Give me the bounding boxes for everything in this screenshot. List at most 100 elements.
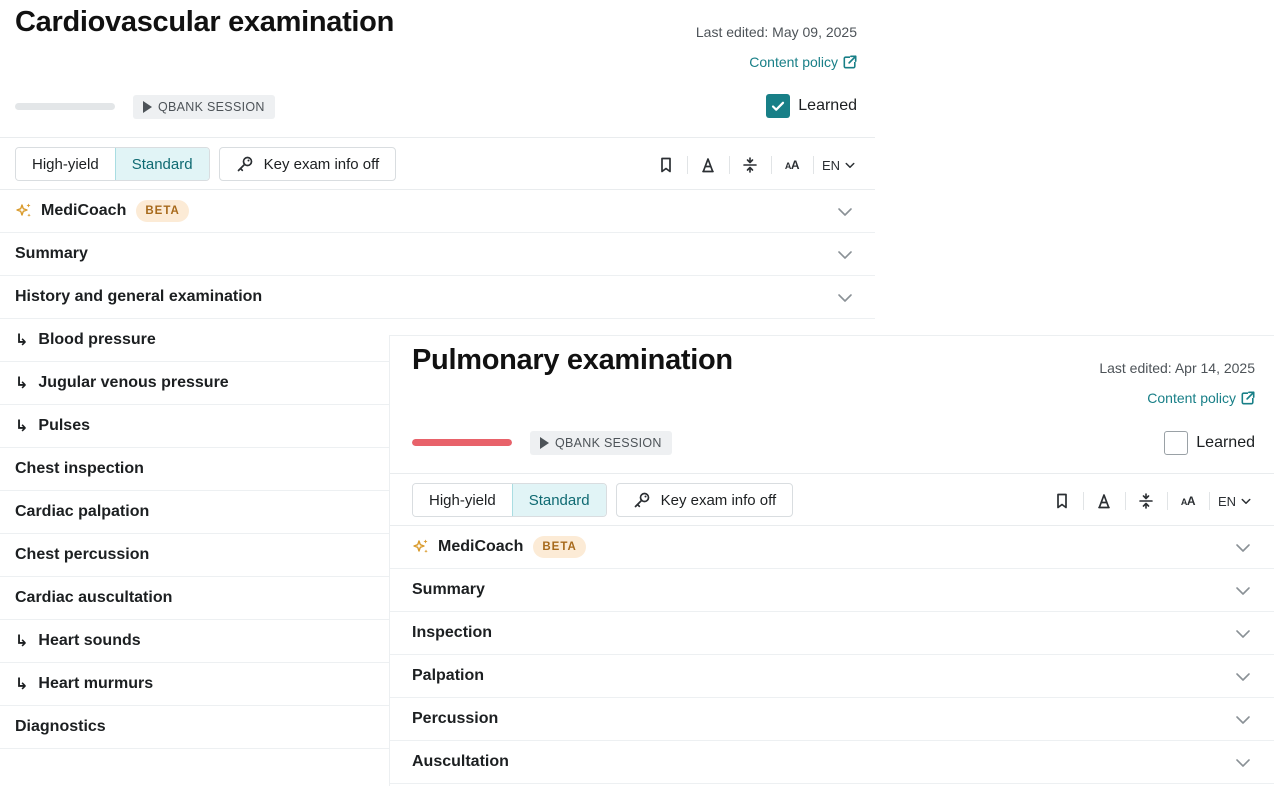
pulmonary-article: Pulmonary examination Last edited: Apr 1… bbox=[389, 335, 1274, 786]
font-size-button[interactable]: AA bbox=[771, 150, 813, 180]
chevron-down-icon bbox=[1241, 498, 1251, 504]
chevron-down-icon bbox=[1236, 587, 1250, 595]
view-toolbar: High-yield Standard Key exam info off bbox=[15, 147, 397, 181]
section-label: Summary bbox=[15, 245, 88, 262]
sub-arrow-icon: ↳ bbox=[15, 418, 29, 435]
learned-checkbox[interactable] bbox=[1164, 431, 1189, 455]
strikethrough-icon bbox=[1139, 493, 1153, 509]
section-label: Heart sounds bbox=[38, 632, 141, 649]
content-policy-label: Content policy bbox=[749, 54, 838, 70]
section-label: Diagnostics bbox=[15, 718, 106, 735]
medicoach-label: MediCoach bbox=[438, 538, 524, 555]
highlighter-icon bbox=[1098, 494, 1110, 509]
key-exam-info-button[interactable]: Key exam info off bbox=[218, 147, 397, 181]
qbank-session-button[interactable]: QBANK SESSION bbox=[530, 431, 672, 455]
strikethrough-button[interactable] bbox=[1125, 486, 1167, 516]
progress-bar bbox=[412, 439, 512, 446]
section-label: Cardiac palpation bbox=[15, 503, 150, 520]
language-label: EN bbox=[1217, 493, 1237, 509]
strikethrough-button[interactable] bbox=[729, 150, 771, 180]
view-mode-toggle: High-yield Standard bbox=[15, 147, 210, 181]
key-icon bbox=[634, 492, 649, 508]
qbank-session-button[interactable]: QBANK SESSION bbox=[133, 95, 275, 119]
reading-tools: AA EN bbox=[645, 150, 865, 180]
highlighter-button[interactable] bbox=[687, 150, 729, 180]
check-icon bbox=[772, 101, 785, 111]
header-divider bbox=[0, 137, 875, 138]
progress-bar bbox=[15, 103, 115, 110]
font-size-icon: AA bbox=[1180, 494, 1196, 508]
chevron-down-icon bbox=[1236, 544, 1250, 552]
section-label: History and general examination bbox=[15, 288, 263, 305]
page-title: Cardiovascular examination bbox=[15, 6, 395, 38]
learned-toggle[interactable]: Learned bbox=[1164, 431, 1255, 455]
section-item[interactable]: History and general examination bbox=[0, 276, 875, 319]
section-item[interactable]: Palpation bbox=[390, 655, 1274, 698]
section-label: Pulses bbox=[38, 417, 90, 434]
section-label: Palpation bbox=[412, 667, 485, 684]
standard-tab[interactable]: Standard bbox=[114, 148, 209, 180]
medicoach-label: MediCoach bbox=[41, 202, 127, 219]
language-select[interactable]: EN bbox=[813, 150, 865, 180]
chevron-down-icon bbox=[838, 251, 852, 259]
section-item[interactable]: Auscultation bbox=[390, 741, 1274, 784]
chevron-down-icon bbox=[1236, 630, 1250, 638]
external-link-icon bbox=[843, 55, 857, 69]
section-item[interactable]: Percussion bbox=[390, 698, 1274, 741]
section-label: Heart murmurs bbox=[38, 675, 154, 692]
section-list: MediCoach BETA Summary Inspection Palpatio… bbox=[390, 526, 1274, 784]
section-item[interactable]: Inspection bbox=[390, 612, 1274, 655]
play-icon bbox=[143, 101, 152, 113]
chevron-down-icon bbox=[1236, 759, 1250, 767]
section-label: Chest inspection bbox=[15, 460, 144, 477]
beta-badge: BETA bbox=[533, 536, 586, 558]
section-label: Cardiac auscultation bbox=[15, 589, 173, 606]
language-select[interactable]: EN bbox=[1209, 486, 1261, 516]
section-label: Blood pressure bbox=[38, 331, 156, 348]
chevron-down-icon bbox=[838, 208, 852, 216]
key-exam-info-label: Key exam info off bbox=[660, 491, 777, 509]
sub-arrow-icon: ↳ bbox=[15, 633, 29, 650]
beta-badge: BETA bbox=[136, 200, 189, 222]
bookmark-icon bbox=[1057, 493, 1067, 509]
sub-arrow-icon: ↳ bbox=[15, 332, 29, 349]
section-label: Percussion bbox=[412, 710, 499, 727]
strikethrough-icon bbox=[743, 157, 757, 173]
standard-tab[interactable]: Standard bbox=[511, 484, 606, 516]
section-item[interactable]: Summary bbox=[390, 569, 1274, 612]
key-exam-info-button[interactable]: Key exam info off bbox=[615, 483, 794, 517]
learned-checkbox[interactable] bbox=[766, 94, 791, 118]
sparkle-icon bbox=[413, 539, 428, 553]
bookmark-icon bbox=[661, 157, 671, 173]
key-exam-info-label: Key exam info off bbox=[263, 155, 380, 173]
high-yield-tab[interactable]: High-yield bbox=[16, 148, 115, 180]
learned-label: Learned bbox=[798, 97, 857, 114]
high-yield-tab[interactable]: High-yield bbox=[413, 484, 512, 516]
font-size-button[interactable]: AA bbox=[1167, 486, 1209, 516]
sub-arrow-icon: ↳ bbox=[15, 676, 29, 693]
bookmark-button[interactable] bbox=[645, 150, 687, 180]
last-edited-date: Last edited: May 09, 2025 bbox=[695, 24, 857, 40]
view-mode-toggle: High-yield Standard bbox=[412, 483, 607, 517]
chevron-down-icon bbox=[1236, 716, 1250, 724]
play-icon bbox=[540, 437, 549, 449]
content-policy-link[interactable]: Content policy bbox=[749, 54, 857, 70]
section-label: Summary bbox=[412, 581, 485, 598]
medicoach-row[interactable]: MediCoach BETA bbox=[0, 190, 875, 233]
language-label: EN bbox=[821, 157, 841, 173]
highlighter-icon bbox=[702, 158, 714, 173]
external-link-icon bbox=[1241, 391, 1255, 405]
sub-arrow-icon: ↳ bbox=[15, 375, 29, 392]
highlighter-button[interactable] bbox=[1083, 486, 1125, 516]
section-label: Chest percussion bbox=[15, 546, 150, 563]
content-policy-label: Content policy bbox=[1147, 390, 1236, 406]
learned-toggle[interactable]: Learned bbox=[766, 94, 857, 118]
section-item[interactable]: Summary bbox=[0, 233, 875, 276]
bookmark-button[interactable] bbox=[1041, 486, 1083, 516]
medicoach-row[interactable]: MediCoach BETA bbox=[390, 526, 1274, 569]
section-label: Jugular venous pressure bbox=[38, 374, 229, 391]
page-title: Pulmonary examination bbox=[412, 344, 733, 376]
chevron-down-icon bbox=[838, 294, 852, 302]
reading-tools: AA EN bbox=[1041, 486, 1261, 516]
content-policy-link[interactable]: Content policy bbox=[1147, 390, 1255, 406]
